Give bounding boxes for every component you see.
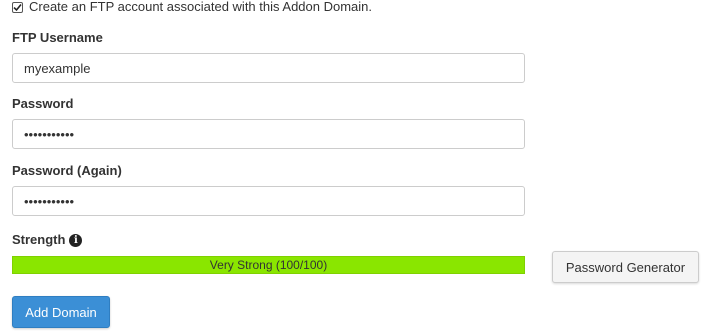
add-domain-button[interactable]: Add Domain [12,296,110,328]
password-label: Password [12,96,74,111]
password-generator-button[interactable]: Password Generator [552,251,699,283]
password-input[interactable] [12,119,525,149]
ftp-account-checkbox-row[interactable]: Create an FTP account associated with th… [12,0,372,14]
strength-label: Strength [12,232,66,247]
ftp-account-checkbox-label: Create an FTP account associated with th… [29,0,373,14]
info-icon[interactable]: i [69,233,83,247]
addon-domain-ftp-form: Create an FTP account associated with th… [0,0,706,332]
ftp-account-checkbox[interactable] [12,1,23,13]
ftp-username-input[interactable] [12,53,525,83]
password-strength-meter: Very Strong (100/100) [12,256,525,274]
password-again-input[interactable] [12,186,525,216]
strength-meter-text: Very Strong (100/100) [209,258,328,272]
strength-row: Strength i [12,232,83,248]
checkmark-icon [13,3,22,11]
ftp-username-label: FTP Username [12,30,103,45]
password-again-label: Password (Again) [12,163,122,178]
